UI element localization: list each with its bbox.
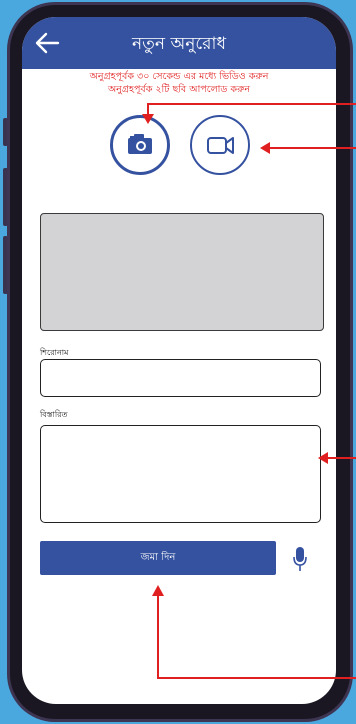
details-textarea[interactable] <box>40 425 321 523</box>
app-screen: নতুন অনুরোধ অনুগ্রহপূর্বক ৩০ সেকেন্ড এর … <box>22 17 336 704</box>
microphone-icon[interactable] <box>292 546 308 572</box>
submit-button[interactable]: জমা দিন <box>40 541 276 575</box>
video-camera-icon <box>207 137 234 154</box>
app-bar: নতুন অনুরোধ <box>22 17 336 69</box>
camera-button[interactable] <box>110 115 170 175</box>
page-title: নতুন অনুরোধ <box>132 34 226 54</box>
title-input[interactable] <box>40 359 321 397</box>
camera-icon <box>128 134 152 154</box>
media-preview-area <box>40 213 324 331</box>
instruction-photo: অনুগ্রহপূর্বক ২টি ছবি আপলোড করুন <box>107 84 251 95</box>
video-button[interactable] <box>190 115 250 175</box>
details-label: বিস্তারিত <box>40 410 68 419</box>
